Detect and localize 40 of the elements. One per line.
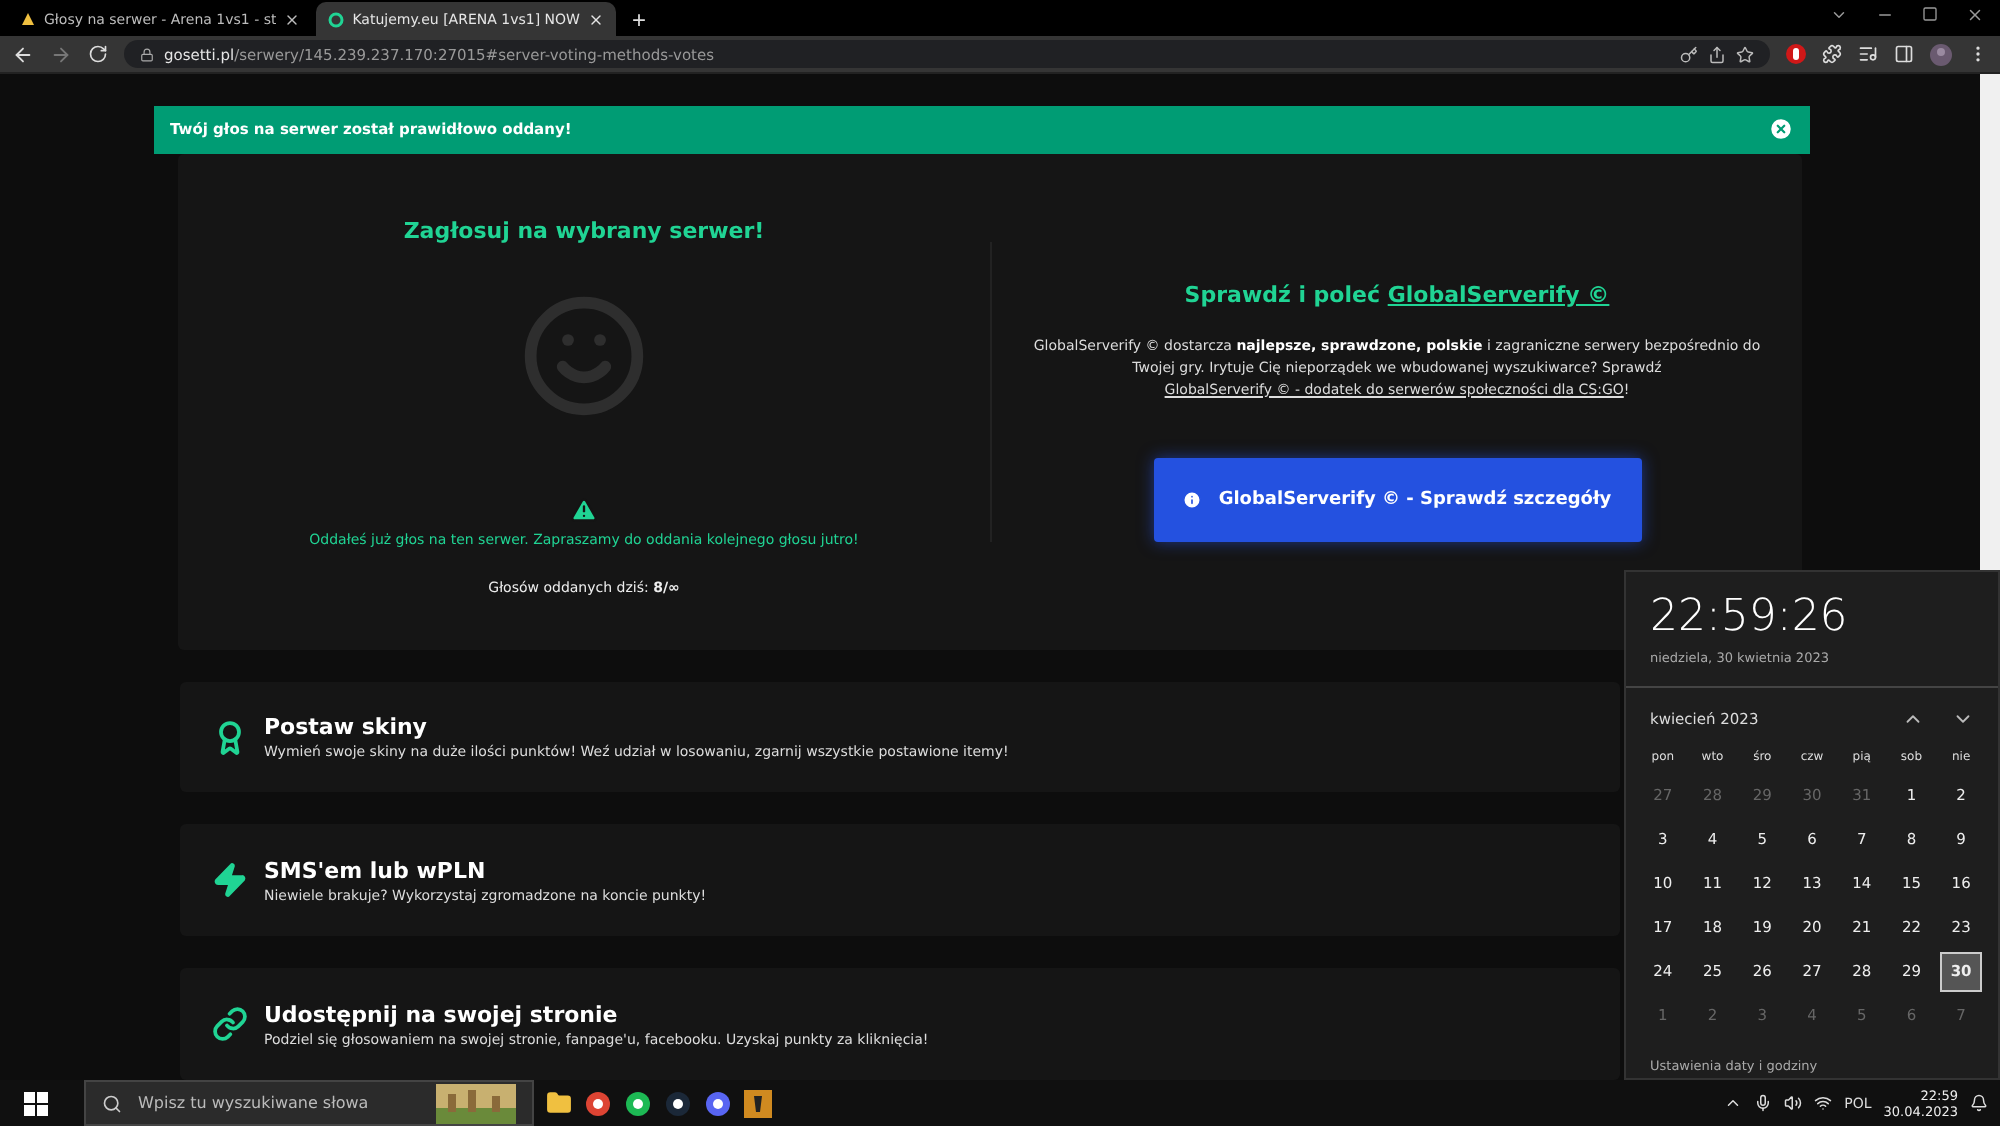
new-tab-button[interactable]: + <box>619 4 658 36</box>
method-title: SMS'em lub wPLN <box>264 857 488 884</box>
close-icon[interactable] <box>284 11 301 27</box>
forward-icon[interactable] <box>50 43 72 65</box>
folder-icon[interactable] <box>546 1090 572 1116</box>
star-icon[interactable] <box>1736 45 1754 63</box>
ring-icon <box>328 11 345 27</box>
title-link[interactable]: GlobalServerify © <box>1387 281 1610 308</box>
close-icon[interactable] <box>587 11 604 27</box>
maximize-icon[interactable] <box>1922 5 1938 21</box>
share-icon[interactable] <box>1708 45 1726 63</box>
close-icon[interactable] <box>1966 5 1984 23</box>
search-icon <box>102 1093 122 1113</box>
chevron-up-icon[interactable] <box>1724 1094 1743 1112</box>
details-button[interactable]: GlobalServerify © - Sprawdź szczegóły <box>1153 457 1641 542</box>
microphone-icon[interactable] <box>1754 1094 1773 1112</box>
clock-time: 22:59:26 <box>1648 590 1850 642</box>
lock-icon <box>140 47 154 61</box>
method-title: Postaw skiny <box>264 714 429 741</box>
link-icon <box>212 1006 248 1043</box>
promo-title: Sprawdź i poleć GlobalServerify © <box>1184 281 1610 308</box>
method-title: Udostępnij na swojej stronie <box>264 1001 620 1028</box>
network-icon[interactable] <box>1814 1094 1833 1112</box>
notification-icon[interactable] <box>1970 1094 1988 1112</box>
side-panel-icon[interactable] <box>1894 44 1914 64</box>
key-icon[interactable] <box>1680 45 1698 63</box>
info-icon <box>1182 489 1203 510</box>
lightning-icon <box>212 862 248 899</box>
warning-icon <box>570 495 598 524</box>
extension-icon[interactable] <box>1786 44 1806 64</box>
speaker-icon[interactable] <box>1784 1094 1803 1112</box>
puzzle-icon[interactable] <box>1822 44 1842 64</box>
smiley-icon <box>520 291 648 420</box>
search-placeholder: Wpisz tu wyszukiwane słowa <box>138 1094 369 1112</box>
back-icon[interactable] <box>12 43 34 65</box>
avatar-icon[interactable] <box>1930 43 1952 65</box>
vote-title: Zagłosuj na wybrany serwer! <box>403 217 765 244</box>
media-icon[interactable] <box>1858 44 1878 64</box>
reload-icon[interactable] <box>88 44 108 64</box>
search-field[interactable]: Wpisz tu wyszukiwane słowa <box>84 1080 534 1126</box>
